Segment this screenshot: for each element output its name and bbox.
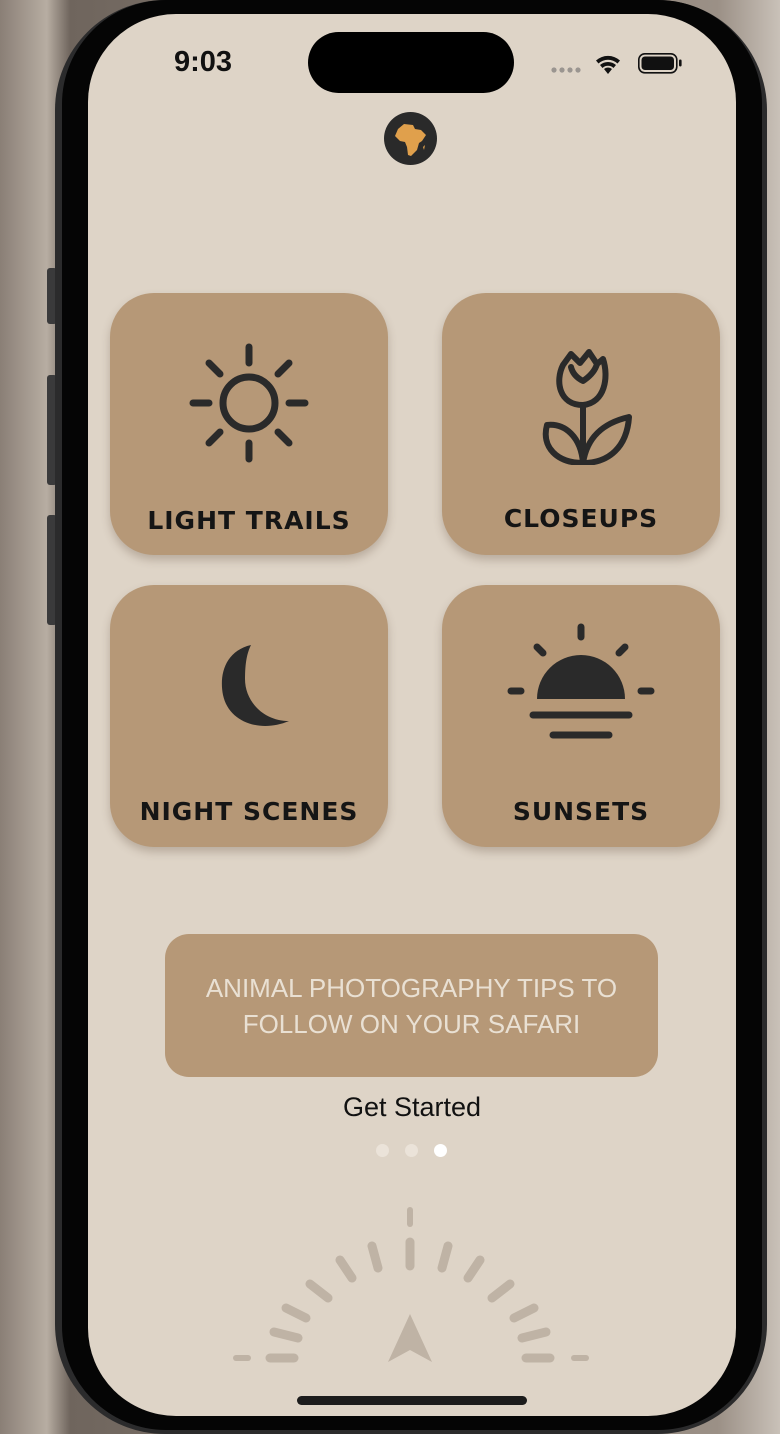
wifi-icon <box>596 55 620 74</box>
app-logo <box>384 112 437 165</box>
africa-map-icon <box>395 124 426 156</box>
get-started-button[interactable]: Get Started <box>88 1092 736 1123</box>
tips-line-1: ANIMAL PHOTOGRAPHY TIPS TO <box>205 972 618 1003</box>
category-label: SUNSETS <box>512 797 650 826</box>
app-screen: 9:03 LIGHT TRAILS CLOSEUPS NIGHT SCENES … <box>88 14 736 1416</box>
category-label: CLOSEUPS <box>503 504 659 533</box>
crescent-moon-icon <box>221 645 289 726</box>
page-dot[interactable] <box>376 1144 389 1157</box>
category-label: NIGHT SCENES <box>139 797 359 826</box>
battery-icon <box>638 53 682 74</box>
category-card-night-scenes[interactable]: NIGHT SCENES <box>110 585 388 847</box>
compass-gauge-icon <box>233 1207 589 1363</box>
sun-icon <box>189 343 309 463</box>
page-dot-active[interactable] <box>434 1144 447 1157</box>
tips-banner[interactable]: ANIMAL PHOTOGRAPHY TIPS TO FOLLOW ON YOU… <box>165 934 658 1077</box>
signal-dots-icon <box>551 67 581 73</box>
sunset-icon <box>507 623 655 739</box>
tips-line-2: FOLLOW ON YOUR SAFARI <box>242 1008 581 1039</box>
dynamic-island <box>308 32 514 93</box>
status-time: 9:03 <box>174 46 233 78</box>
category-card-closeups[interactable]: CLOSEUPS <box>442 293 720 555</box>
category-card-sunsets[interactable]: SUNSETS <box>442 585 720 847</box>
page-indicator[interactable] <box>376 1144 456 1158</box>
page-dot[interactable] <box>405 1144 418 1157</box>
status-icons <box>551 53 682 74</box>
category-label: LIGHT TRAILS <box>147 506 351 535</box>
home-indicator[interactable] <box>297 1396 527 1405</box>
tulip-flower-icon <box>542 349 632 465</box>
category-card-light-trails[interactable]: LIGHT TRAILS <box>110 293 388 555</box>
